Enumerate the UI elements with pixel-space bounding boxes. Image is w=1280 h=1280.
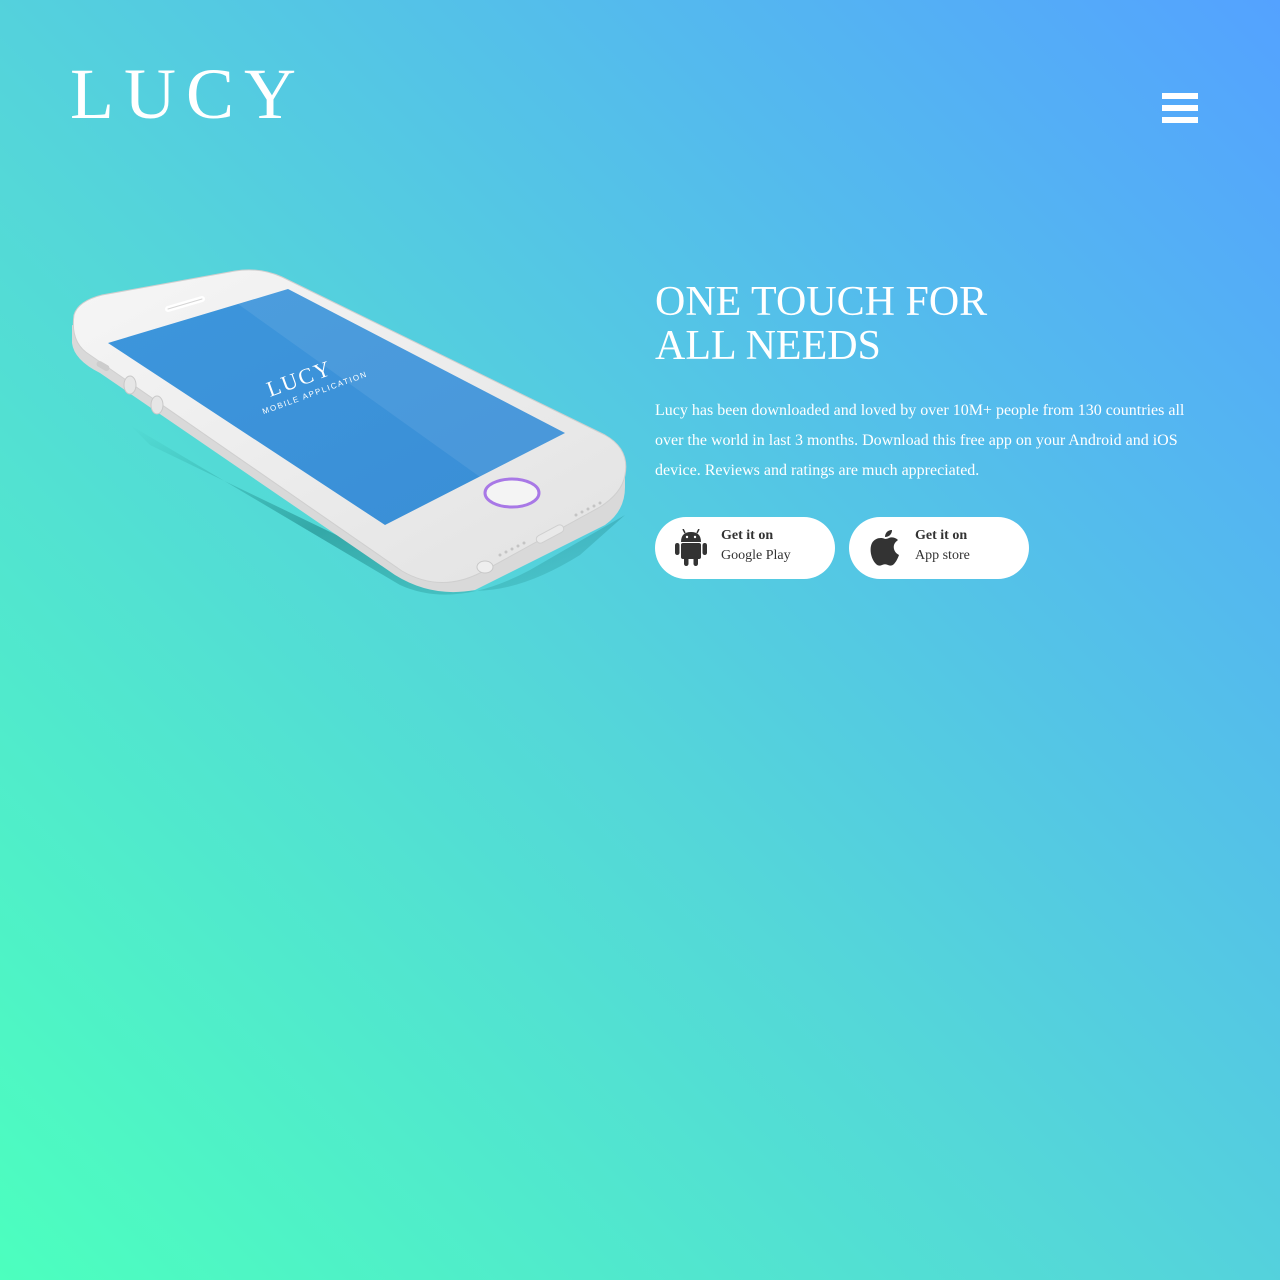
app-store-line1: Get it on bbox=[915, 528, 968, 543]
hamburger-menu-button[interactable] bbox=[1158, 90, 1202, 128]
headline-line-1: ONE TOUCH FOR bbox=[655, 279, 988, 325]
hamburger-menu-icon bbox=[1162, 93, 1198, 99]
hero-headline: ONE TOUCH FOR ALL NEEDS bbox=[655, 280, 987, 368]
hero-description: Lucy has been downloaded and loved by ov… bbox=[655, 402, 1185, 479]
phone-mockup-image: LUCY MOBILE APPLICATION bbox=[72, 269, 627, 595]
home-button bbox=[483, 477, 541, 509]
apple-icon bbox=[870, 530, 899, 566]
google-play-button[interactable]: Get it on Google Play bbox=[655, 517, 835, 579]
logo[interactable]: LUCY bbox=[70, 58, 306, 130]
google-play-line1: Get it on bbox=[721, 528, 774, 543]
android-icon bbox=[675, 529, 707, 566]
headline-line-2: ALL NEEDS bbox=[655, 323, 881, 369]
app-store-line2: App store bbox=[915, 548, 970, 563]
google-play-line2: Google Play bbox=[721, 548, 791, 563]
app-store-button[interactable]: Get it on App store bbox=[849, 517, 1029, 579]
